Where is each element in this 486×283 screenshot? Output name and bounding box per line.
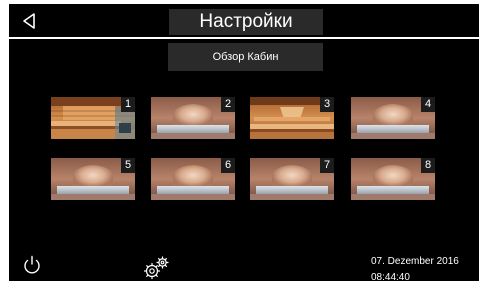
cabin-tile-7[interactable]: 7 <box>250 158 334 200</box>
settings-button[interactable] <box>141 255 171 281</box>
cabin-number: 1 <box>121 97 135 112</box>
page-title: Настройки <box>169 9 323 35</box>
cabin-tile-6[interactable]: 6 <box>151 158 235 200</box>
cabin-number: 8 <box>421 158 435 173</box>
time-text: 08:44:40 <box>371 272 410 281</box>
cabin-tile-4[interactable]: 4 <box>351 97 435 139</box>
cabin-tile-1[interactable]: 1 <box>51 97 135 139</box>
header-divider <box>9 37 479 39</box>
cabin-number: 6 <box>221 158 235 173</box>
cabin-number: 2 <box>221 97 235 112</box>
cabin-number: 7 <box>320 158 334 173</box>
cabin-tile-8[interactable]: 8 <box>351 158 435 200</box>
gears-icon <box>143 256 169 280</box>
cabin-tile-5[interactable]: 5 <box>51 158 135 200</box>
cabin-overview-button[interactable]: Обзор Кабин <box>168 43 323 71</box>
cabin-overview-screen: Настройки Обзор Кабин 1 2 3 4 5 6 7 8 07… <box>9 4 479 281</box>
power-icon <box>24 255 40 274</box>
cabin-number: 3 <box>320 97 334 112</box>
cabin-number: 4 <box>421 97 435 112</box>
date-time-display: 07. Dezember 2016 08:44:40 <box>371 254 459 281</box>
cabin-number: 5 <box>121 158 135 173</box>
cabin-tile-2[interactable]: 2 <box>151 97 235 139</box>
back-triangle-icon <box>23 13 35 29</box>
cabin-tile-3[interactable]: 3 <box>250 97 334 139</box>
back-button[interactable] <box>19 10 41 32</box>
date-text: 07. Dezember 2016 <box>371 256 459 267</box>
power-button[interactable] <box>20 253 44 277</box>
